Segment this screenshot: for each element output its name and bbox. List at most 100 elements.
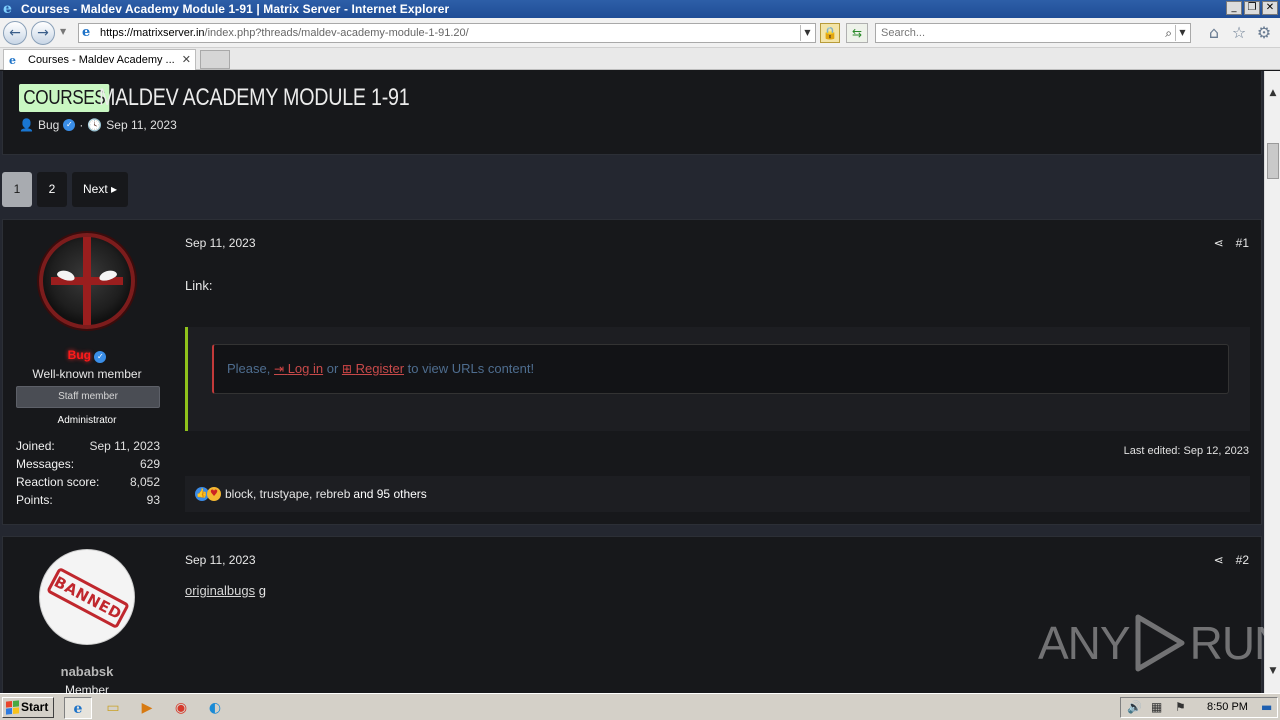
- verified-badge-icon: ✓: [94, 351, 107, 363]
- volume-icon[interactable]: 🔊: [1127, 700, 1142, 714]
- stat-label: Reaction score:: [16, 475, 100, 489]
- search-dropdown-icon[interactable]: ▼: [1175, 25, 1189, 41]
- taskbar-media-player-icon[interactable]: ▶: [133, 697, 161, 719]
- ie-logo-icon: e: [3, 1, 12, 17]
- stat-reaction-score: Reaction score: 8,052: [16, 473, 160, 491]
- back-button[interactable]: ←: [3, 21, 27, 45]
- thread-date[interactable]: Sep 11, 2023: [106, 118, 177, 132]
- scroll-up-icon[interactable]: ▲: [1265, 85, 1280, 101]
- next-page-button[interactable]: Next ▸: [72, 172, 129, 207]
- stat-joined: Joined: Sep 11, 2023: [16, 437, 160, 455]
- user-icon: 👤: [19, 118, 34, 132]
- gate-prefix: Please,: [227, 361, 271, 376]
- mention-link[interactable]: originalbugs: [185, 583, 255, 598]
- clock[interactable]: 8:50 PM: [1207, 701, 1248, 713]
- login-required-notice: Please, ⇥ Log in or ⊞ Register to view U…: [212, 344, 1229, 394]
- user-stats: Joined: Sep 11, 2023 Messages: 629 React…: [16, 437, 160, 509]
- thread-header: COURSES MALDEV ACADEMY MODULE 1-91 👤 Bug…: [2, 71, 1262, 155]
- url-host[interactable]: https://matrixserver.in: [100, 27, 205, 39]
- action-center-flag-icon[interactable]: ⚑: [1175, 700, 1186, 714]
- settings-gear-icon[interactable]: ⚙: [1255, 24, 1273, 42]
- minimize-button[interactable]: _: [1226, 1, 1242, 15]
- gate-suffix: to view URLs content!: [407, 361, 535, 376]
- taskbar-chrome-icon[interactable]: ◉: [167, 697, 195, 719]
- user-title: Member: [64, 683, 109, 693]
- post-number-link[interactable]: #1: [1236, 236, 1249, 250]
- thread-title: MALDEV ACADEMY MODULE 1-91: [99, 84, 410, 111]
- username-link[interactable]: nababsk: [61, 664, 114, 679]
- window-title: Courses - Maldev Academy Module 1-91 | M…: [21, 2, 450, 16]
- page-viewport: COURSES MALDEV ACADEMY MODULE 1-91 👤 Bug…: [0, 71, 1264, 693]
- show-desktop-icon[interactable]: ▬: [1261, 700, 1272, 714]
- stat-value: 8,052: [129, 475, 160, 489]
- verified-badge-icon: ✓: [63, 119, 76, 131]
- banned-avatar[interactable]: BANNED: [39, 549, 135, 645]
- address-dropdown-icon[interactable]: ▼: [800, 25, 814, 41]
- thread-prefix-label[interactable]: COURSES: [19, 84, 110, 112]
- page-2-button[interactable]: 2: [37, 172, 67, 207]
- login-link[interactable]: ⇥ Log in: [274, 361, 323, 376]
- network-icon[interactable]: ▦: [1151, 700, 1162, 714]
- watermark-right: RUN: [1189, 617, 1264, 669]
- stat-points: Points: 93: [16, 491, 160, 509]
- register-link[interactable]: ⊞ Register: [342, 361, 404, 376]
- start-button[interactable]: Start: [2, 697, 54, 718]
- compatibility-refresh-icon[interactable]: ⇆: [846, 23, 868, 43]
- post-1: Bug ✓ Well-known member Staff member Adm…: [2, 219, 1262, 525]
- security-lock-icon[interactable]: 🔒: [820, 23, 840, 43]
- forward-button[interactable]: →: [31, 21, 55, 45]
- anyrun-watermark: ANY RUN: [1038, 613, 1264, 673]
- last-edited: Last edited: Sep 12, 2023: [1123, 445, 1249, 457]
- restore-button[interactable]: ❐: [1244, 1, 1260, 15]
- username-link[interactable]: Bug: [68, 348, 91, 362]
- login-label[interactable]: Log in: [288, 361, 323, 376]
- vertical-scrollbar[interactable]: ▲ ▼: [1264, 71, 1280, 693]
- new-tab-button[interactable]: [200, 50, 230, 69]
- register-plus-icon: ⊞: [341, 362, 352, 376]
- close-window-button[interactable]: ✕: [1262, 1, 1278, 15]
- search-placeholder: Search...: [881, 27, 926, 39]
- search-icon[interactable]: ⌕: [1165, 26, 1172, 41]
- watermark-play-icon: [1135, 614, 1185, 672]
- recent-pages-chevron-icon[interactable]: ▼: [60, 27, 66, 36]
- stat-value[interactable]: 629: [140, 455, 160, 473]
- window-titlebar: e Courses - Maldev Academy Module 1-91 |…: [0, 0, 1280, 18]
- stat-messages: Messages: 629: [16, 455, 160, 473]
- reaction-names[interactable]: block, trustyape, rebreb: [225, 487, 350, 501]
- login-icon: ⇥: [274, 362, 285, 376]
- taskbar-edge-icon[interactable]: ◐: [201, 697, 229, 719]
- post-actions: ⋖ #2: [1214, 553, 1249, 567]
- url-path[interactable]: /index.php?threads/maldev-academy-module…: [205, 27, 469, 39]
- window-controls: _ ❐ ✕: [1226, 1, 1278, 15]
- register-label[interactable]: Register: [356, 361, 404, 376]
- share-icon[interactable]: ⋖: [1214, 236, 1224, 250]
- tab-bar: e Courses - Maldev Academy ... ✕: [0, 48, 1280, 70]
- pagination: 1 2 Next ▸: [2, 172, 129, 207]
- deadpool-avatar[interactable]: [39, 233, 135, 329]
- post-number-link[interactable]: #2: [1236, 553, 1249, 567]
- address-bar[interactable]: e https://matrixserver.in/index.php?thre…: [78, 23, 816, 43]
- taskbar-explorer-icon[interactable]: ▭: [99, 697, 127, 719]
- scroll-thumb[interactable]: [1267, 143, 1279, 179]
- taskbar-ie-icon[interactable]: e: [64, 697, 92, 719]
- tab-close-icon[interactable]: ✕: [182, 53, 191, 66]
- post-date[interactable]: Sep 11, 2023: [185, 236, 256, 250]
- start-label[interactable]: Start: [21, 700, 48, 714]
- page-ie-icon: e: [82, 25, 91, 40]
- share-icon[interactable]: ⋖: [1214, 553, 1224, 567]
- search-input[interactable]: Search... ⌕ ▼: [875, 23, 1191, 43]
- stat-label: Joined:: [16, 439, 55, 453]
- tab-label[interactable]: Courses - Maldev Academy ...: [28, 54, 175, 66]
- tab-courses[interactable]: e Courses - Maldev Academy ... ✕: [3, 49, 196, 70]
- post-date[interactable]: Sep 11, 2023: [185, 553, 256, 567]
- reaction-others-link[interactable]: and 95 others: [353, 487, 426, 501]
- clock-icon: 🕓: [87, 118, 103, 132]
- home-icon[interactable]: ⌂: [1205, 24, 1223, 42]
- thread-author-link[interactable]: Bug: [38, 118, 59, 132]
- scroll-down-icon[interactable]: ▼: [1265, 663, 1280, 679]
- page-1-button[interactable]: 1: [2, 172, 32, 207]
- favorites-star-icon[interactable]: ☆: [1230, 24, 1248, 42]
- love-reaction-icon[interactable]: ♥: [207, 487, 221, 501]
- stat-value[interactable]: 93: [147, 491, 160, 509]
- post-user-cell: BANNED nababsk Member: [3, 537, 171, 693]
